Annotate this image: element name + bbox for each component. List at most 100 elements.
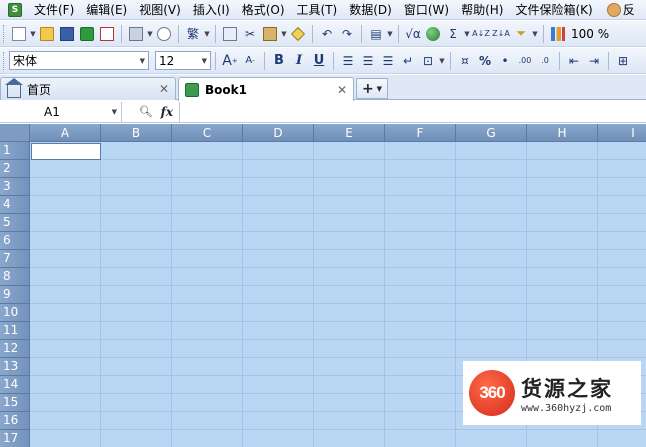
- autosum-button[interactable]: Σ: [443, 24, 463, 44]
- italic-button[interactable]: I: [289, 51, 309, 71]
- chart-button[interactable]: [548, 24, 568, 44]
- autosum-dropdown-icon[interactable]: ▼: [463, 30, 471, 38]
- redo-button[interactable]: ↷: [337, 24, 357, 44]
- menu-view[interactable]: 视图(V): [133, 1, 187, 19]
- column-header-b[interactable]: B: [101, 124, 172, 142]
- align-right-button[interactable]: ☰: [378, 51, 398, 71]
- row-header-15[interactable]: 15: [0, 394, 30, 412]
- bold-button[interactable]: B: [269, 51, 289, 71]
- menu-file-vault[interactable]: 文件保险箱(K): [509, 1, 598, 19]
- grow-font-button[interactable]: A +: [220, 51, 240, 71]
- comma-style-button[interactable]: •: [495, 51, 515, 71]
- row-height-button[interactable]: ▤: [366, 24, 386, 44]
- row-header-5[interactable]: 5: [0, 214, 30, 232]
- column-header-f[interactable]: F: [385, 124, 456, 142]
- row-header-6[interactable]: 6: [0, 232, 30, 250]
- column-header-a[interactable]: A: [30, 124, 101, 142]
- font-size-select[interactable]: 12 ▼: [155, 51, 211, 70]
- chevron-down-icon[interactable]: ▼: [377, 85, 382, 93]
- menu-tools[interactable]: 工具(T): [291, 1, 344, 19]
- row-header-12[interactable]: 12: [0, 340, 30, 358]
- new-tab-button[interactable]: + ▼: [356, 78, 388, 99]
- insert-function-button[interactable]: √α: [403, 24, 423, 44]
- decrease-decimal-button[interactable]: .0: [535, 51, 555, 71]
- traditional-chinese-button[interactable]: 繁: [183, 24, 203, 44]
- underline-button[interactable]: U: [309, 51, 329, 71]
- menu-feedback[interactable]: 反: [599, 1, 635, 18]
- row-header-17[interactable]: 17: [0, 430, 30, 447]
- menu-help[interactable]: 帮助(H): [455, 1, 509, 19]
- percent-button[interactable]: %: [475, 51, 495, 71]
- menu-insert[interactable]: 插入(I): [187, 1, 236, 19]
- menu-edit[interactable]: 编辑(E): [80, 1, 133, 19]
- sort-descending-button[interactable]: Z↓A: [491, 24, 511, 44]
- paste-dropdown-icon[interactable]: ▼: [280, 30, 288, 38]
- undo-button[interactable]: ↶: [317, 24, 337, 44]
- column-header-h[interactable]: H: [527, 124, 598, 142]
- select-all-corner[interactable]: [0, 124, 30, 142]
- row-header-7[interactable]: 7: [0, 250, 30, 268]
- zoom-combo[interactable]: 100 %: [568, 27, 609, 41]
- name-box[interactable]: A1 ▼: [0, 101, 122, 122]
- row-header-4[interactable]: 4: [0, 196, 30, 214]
- magnifier-icon[interactable]: 🔍︎: [139, 105, 153, 118]
- row-header-14[interactable]: 14: [0, 376, 30, 394]
- toolbar-grip[interactable]: [3, 51, 6, 70]
- align-left-button[interactable]: ☰: [338, 51, 358, 71]
- print-preview-button[interactable]: [154, 24, 174, 44]
- hyperlink-button[interactable]: [423, 24, 443, 44]
- cut-button[interactable]: ✂: [240, 24, 260, 44]
- close-icon[interactable]: ✕: [159, 82, 169, 96]
- send-button[interactable]: [77, 24, 97, 44]
- row-header-10[interactable]: 10: [0, 304, 30, 322]
- row-header-13[interactable]: 13: [0, 358, 30, 376]
- chevron-down-icon[interactable]: ▼: [112, 108, 117, 116]
- filter-button[interactable]: ⏷: [511, 24, 531, 44]
- shrink-font-button[interactable]: A-: [240, 51, 260, 71]
- wrap-text-button[interactable]: ↵: [398, 51, 418, 71]
- copy-button[interactable]: [220, 24, 240, 44]
- export-pdf-button[interactable]: [97, 24, 117, 44]
- active-cell-a1[interactable]: [31, 143, 101, 160]
- row-header-8[interactable]: 8: [0, 268, 30, 286]
- merge-dropdown-icon[interactable]: ▼: [438, 57, 446, 65]
- formula-input[interactable]: [180, 102, 646, 122]
- increase-indent-button[interactable]: ⇥: [584, 51, 604, 71]
- print-button[interactable]: [126, 24, 146, 44]
- filter-dropdown-icon[interactable]: ▼: [531, 30, 539, 38]
- row-header-3[interactable]: 3: [0, 178, 30, 196]
- print-dropdown-icon[interactable]: ▼: [146, 30, 154, 38]
- menu-data[interactable]: 数据(D): [343, 1, 398, 19]
- currency-button[interactable]: ¤: [455, 51, 475, 71]
- column-header-i[interactable]: I: [598, 124, 646, 142]
- row-header-9[interactable]: 9: [0, 286, 30, 304]
- column-header-e[interactable]: E: [314, 124, 385, 142]
- insert-function-fx-button[interactable]: fx: [161, 105, 173, 119]
- row-header-1[interactable]: 1: [0, 142, 30, 160]
- open-button[interactable]: [37, 24, 57, 44]
- menu-file[interactable]: 文件(F): [28, 1, 80, 19]
- save-button[interactable]: [57, 24, 77, 44]
- tab-home[interactable]: 首页 ✕: [0, 77, 176, 100]
- decrease-indent-button[interactable]: ⇤: [564, 51, 584, 71]
- app-icon[interactable]: S: [8, 2, 22, 17]
- merge-center-button[interactable]: ⊡: [418, 51, 438, 71]
- sort-ascending-button[interactable]: A↓Z: [471, 24, 491, 44]
- format-painter-button[interactable]: [288, 24, 308, 44]
- column-header-g[interactable]: G: [456, 124, 527, 142]
- menu-window[interactable]: 窗口(W): [398, 1, 455, 19]
- menu-format[interactable]: 格式(O): [236, 1, 291, 19]
- borders-button[interactable]: ⊞: [613, 51, 633, 71]
- traditional-dropdown-icon[interactable]: ▼: [203, 30, 211, 38]
- increase-decimal-button[interactable]: .00: [515, 51, 535, 71]
- column-header-d[interactable]: D: [243, 124, 314, 142]
- new-button[interactable]: [9, 24, 29, 44]
- close-icon[interactable]: ✕: [337, 83, 347, 97]
- new-dropdown-icon[interactable]: ▼: [29, 30, 37, 38]
- align-center-button[interactable]: ☰: [358, 51, 378, 71]
- row-height-dropdown-icon[interactable]: ▼: [386, 30, 394, 38]
- column-header-c[interactable]: C: [172, 124, 243, 142]
- row-header-16[interactable]: 16: [0, 412, 30, 430]
- row-header-2[interactable]: 2: [0, 160, 30, 178]
- tab-book1[interactable]: Book1 ✕: [178, 77, 354, 101]
